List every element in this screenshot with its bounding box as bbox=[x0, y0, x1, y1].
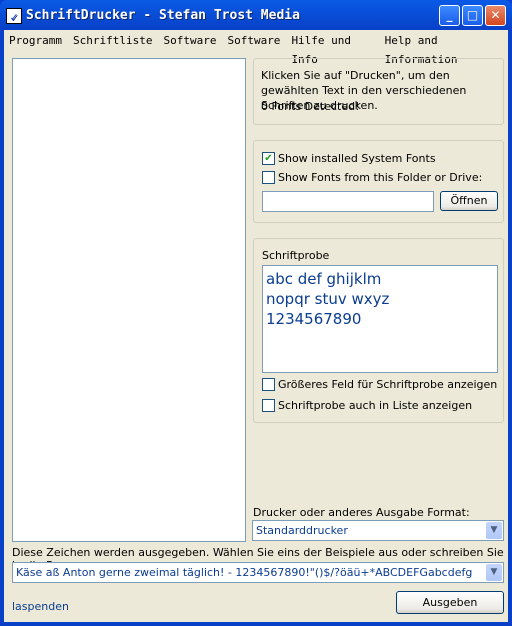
chars-value: Käse aß Anton gerne zweimal täglich! - 1… bbox=[16, 566, 473, 579]
printer-label: Drucker oder anderes Ausgabe Format: bbox=[253, 506, 470, 519]
larger-sample-checkbox[interactable]: Größeres Feld für Schriftprobe anzeigen bbox=[262, 378, 497, 391]
chevron-down-icon[interactable]: ▼ bbox=[486, 564, 502, 581]
checkbox-box bbox=[262, 399, 275, 412]
app-window: ✓ SchriftDrucker - Stefan Trost Media _ … bbox=[0, 0, 512, 626]
printer-value: Standarddrucker bbox=[256, 524, 348, 537]
client-area: Programm Schriftliste Software Software … bbox=[4, 30, 508, 622]
menu-hilfe[interactable]: Hilfe und Info bbox=[286, 31, 379, 66]
app-icon: ✓ bbox=[6, 8, 22, 24]
sample-line: abc def ghijklm bbox=[266, 270, 382, 288]
menu-programm[interactable]: Programm bbox=[4, 31, 68, 50]
folder-path-input[interactable] bbox=[262, 191, 434, 212]
output-button[interactable]: Ausgeben bbox=[396, 591, 504, 614]
chars-select[interactable]: Käse aß Anton gerne zweimal täglich! - 1… bbox=[12, 562, 504, 583]
close-button[interactable]: ✕ bbox=[485, 5, 506, 26]
sample-label: Schriftprobe bbox=[262, 249, 330, 262]
sample-line: 1234567890 bbox=[266, 310, 362, 328]
folder-fonts-label: Show Fonts from this Folder or Drive: bbox=[278, 171, 483, 184]
larger-sample-label: Größeres Feld für Schriftprobe anzeigen bbox=[278, 378, 498, 391]
source-group: ✔ Show installed System Fonts Show Fonts… bbox=[253, 140, 504, 223]
system-fonts-checkbox[interactable]: ✔ Show installed System Fonts bbox=[262, 152, 436, 165]
minimize-button[interactable]: _ bbox=[439, 5, 460, 26]
menu-schriftliste[interactable]: Schriftliste bbox=[68, 31, 158, 50]
menu-bar: Programm Schriftliste Software Software … bbox=[4, 31, 508, 66]
sample-in-list-checkbox[interactable]: Schriftprobe auch in Liste anzeigen bbox=[262, 399, 472, 412]
checkmark-icon: ✔ bbox=[262, 152, 275, 165]
menu-software[interactable]: Software bbox=[158, 31, 222, 50]
sample-line: nopqr stuv wxyz bbox=[266, 290, 390, 308]
donate-link[interactable]: laspenden bbox=[12, 600, 69, 613]
open-button[interactable]: Öffnen bbox=[440, 191, 498, 211]
sample-group: Schriftprobe abc def ghijklm nopqr stuv … bbox=[253, 238, 504, 423]
font-list[interactable] bbox=[12, 58, 246, 542]
maximize-button[interactable]: □ bbox=[462, 5, 483, 26]
printer-select[interactable]: Standarddrucker ▼ bbox=[252, 520, 504, 541]
menu-software-2[interactable]: Software bbox=[222, 31, 286, 50]
info-group: Klicken Sie auf "Drucken", um den gewähl… bbox=[253, 58, 504, 125]
folder-fonts-checkbox[interactable]: Show Fonts from this Folder or Drive: bbox=[262, 171, 482, 184]
menu-help[interactable]: Help and Information bbox=[380, 31, 508, 66]
window-title: SchriftDrucker - Stefan Trost Media bbox=[26, 8, 300, 23]
fonts-status: 0 Fonts Detected! bbox=[261, 100, 360, 113]
checkbox-box bbox=[262, 378, 275, 391]
sample-preview[interactable]: abc def ghijklm nopqr stuv wxyz 12345678… bbox=[262, 265, 498, 373]
system-fonts-label: Show installed System Fonts bbox=[278, 152, 436, 165]
title-bar: ✓ SchriftDrucker - Stefan Trost Media bbox=[6, 5, 300, 27]
checkbox-box bbox=[262, 171, 275, 184]
sample-in-list-label: Schriftprobe auch in Liste anzeigen bbox=[278, 399, 473, 412]
chevron-down-icon[interactable]: ▼ bbox=[486, 522, 502, 539]
